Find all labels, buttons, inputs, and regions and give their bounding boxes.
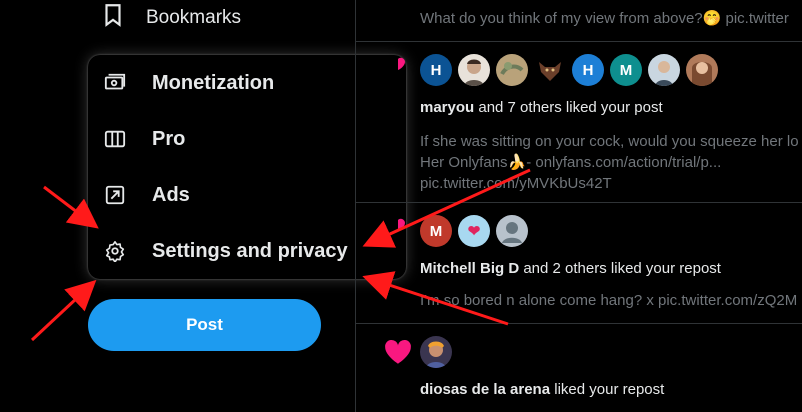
notification-summary: diosas de la arena liked your repost [420, 381, 665, 398]
menu-item-label: Monetization [152, 71, 275, 94]
actor-name[interactable]: Mitchell Big D [420, 260, 519, 277]
heart-icon [384, 339, 412, 370]
post-preview-text: What do you think of my view from above?… [420, 10, 789, 27]
notifications-feed: What do you think of my view from above?… [356, 0, 802, 412]
row-divider [356, 323, 802, 324]
avatar[interactable] [496, 54, 528, 86]
menu-item-label: Settings and privacy [152, 239, 348, 262]
avatar[interactable]: M [420, 215, 452, 247]
columns-icon [103, 127, 127, 151]
ads-arrow-icon [103, 183, 127, 207]
avatar[interactable] [458, 54, 490, 86]
sidebar: Bookmarks Monetization Pro Ads Settings … [0, 0, 406, 412]
menu-item-label: Pro [152, 127, 186, 150]
avatar[interactable]: H [420, 54, 452, 86]
gear-icon [103, 239, 127, 263]
avatar[interactable] [686, 54, 718, 86]
avatar[interactable] [534, 54, 566, 86]
bookmark-icon [100, 2, 126, 34]
post-preview: If she was sitting on your cock, would y… [420, 133, 799, 192]
row-divider [356, 41, 802, 42]
avatar[interactable]: M [610, 54, 642, 86]
avatar[interactable]: ❤ [458, 215, 490, 247]
avatar[interactable] [496, 215, 528, 247]
notification-summary: Mitchell Big D and 2 others liked your r… [420, 260, 721, 277]
post-preview: I'm so bored n alone come hang? x pic.tw… [420, 292, 798, 309]
monetization-icon [103, 71, 127, 95]
sidebar-item-label: Bookmarks [146, 7, 242, 28]
notification-summary: maryou and 7 others liked your post [420, 99, 663, 116]
heart-icon [398, 57, 410, 76]
actor-name[interactable]: maryou [420, 99, 474, 116]
avatar[interactable] [420, 336, 452, 368]
heart-icon [398, 218, 410, 237]
row-divider [356, 202, 802, 203]
avatar[interactable] [648, 54, 680, 86]
sidebar-item-bookmarks[interactable]: Bookmarks [100, 4, 241, 32]
avatar[interactable]: H [572, 54, 604, 86]
post-button[interactable]: Post [88, 299, 321, 351]
actor-name[interactable]: diosas de la arena [420, 381, 550, 398]
menu-item-label: Ads [152, 183, 190, 206]
